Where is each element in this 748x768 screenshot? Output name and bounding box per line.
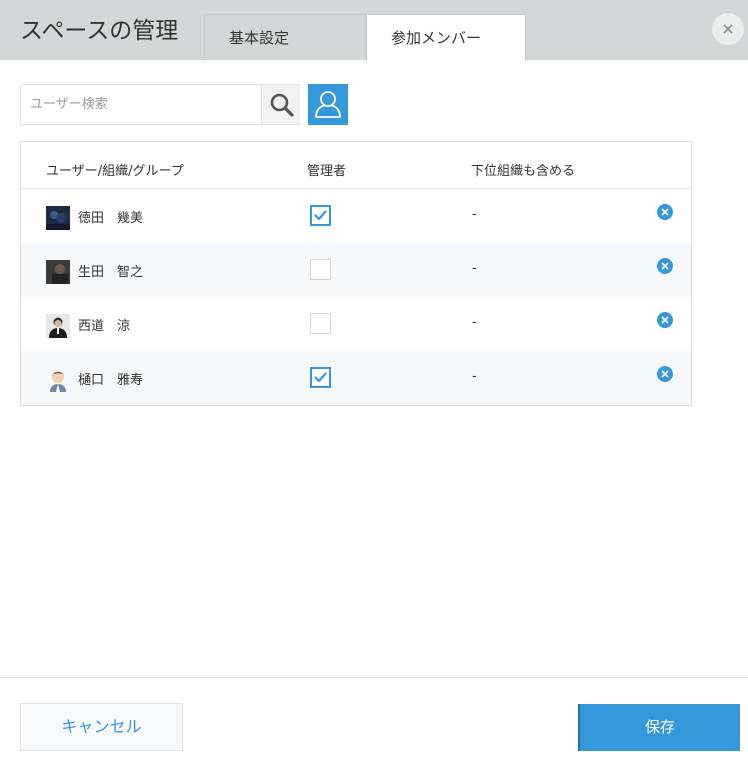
admin-checkbox[interactable]: [310, 313, 331, 334]
admin-checkbox[interactable]: [310, 367, 331, 388]
user-select-button[interactable]: [308, 84, 348, 125]
dialog-header: スペースの管理 基本設定 参加メンバー: [0, 0, 748, 61]
close-icon: [661, 262, 669, 270]
search-button[interactable]: [261, 85, 300, 124]
table-row: 西道 涼 -: [21, 297, 691, 351]
remove-member-button[interactable]: [657, 312, 673, 328]
footer-divider: [0, 677, 748, 678]
admin-checkbox[interactable]: [310, 259, 331, 280]
remove-member-button[interactable]: [657, 258, 673, 274]
member-name: 生田 智之: [78, 265, 144, 280]
user-search-box: [20, 84, 300, 125]
member-name: 樋口 雅寿: [78, 373, 144, 388]
user-search-input[interactable]: [21, 85, 261, 124]
avatar: [46, 260, 70, 284]
table-row: 樋口 雅寿 -: [21, 351, 691, 405]
close-icon: [661, 316, 669, 324]
tab-basic-settings[interactable]: 基本設定: [204, 14, 366, 60]
check-icon: [314, 210, 327, 221]
include-sub-value: -: [472, 369, 477, 384]
save-button[interactable]: 保存: [578, 704, 740, 751]
check-icon: [314, 372, 327, 383]
avatar: [46, 206, 70, 230]
members-table: ユーザー/組織/グループ 管理者 下位組織も含める 徳田 幾美 - 生田 智之 …: [20, 141, 692, 406]
close-icon: [661, 370, 669, 378]
remove-member-button[interactable]: [657, 204, 673, 220]
search-icon: [270, 93, 294, 117]
cancel-button[interactable]: キャンセル: [20, 703, 183, 751]
column-header-admin: 管理者: [307, 164, 347, 179]
dialog-title: スペースの管理: [20, 18, 179, 44]
member-name: 西道 涼: [78, 319, 131, 334]
close-icon: [723, 24, 733, 34]
table-row: 生田 智之 -: [21, 243, 691, 297]
include-sub-value: -: [472, 261, 477, 276]
member-name: 徳田 幾美: [78, 211, 144, 226]
column-header-include-sub: 下位組織も含める: [471, 164, 576, 179]
user-icon: [315, 91, 341, 118]
include-sub-value: -: [472, 207, 477, 222]
close-button[interactable]: [712, 13, 744, 45]
admin-checkbox[interactable]: [310, 205, 331, 226]
tab-members[interactable]: 参加メンバー: [366, 14, 526, 61]
avatar: [46, 368, 70, 392]
include-sub-value: -: [472, 315, 477, 330]
avatar: [46, 314, 70, 338]
table-header: ユーザー/組織/グループ 管理者 下位組織も含める: [21, 142, 691, 189]
remove-member-button[interactable]: [657, 366, 673, 382]
table-row: 徳田 幾美 -: [21, 189, 691, 243]
column-header-user: ユーザー/組織/グループ: [46, 164, 184, 179]
close-icon: [661, 208, 669, 216]
